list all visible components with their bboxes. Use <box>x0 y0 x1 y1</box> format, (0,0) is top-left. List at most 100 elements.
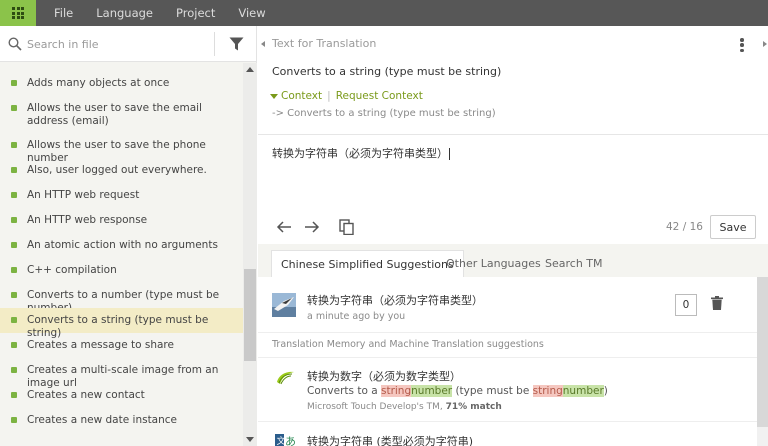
list-scrollbar[interactable] <box>243 63 257 446</box>
list-item-label: An HTTP web request <box>27 189 140 201</box>
copy-source-icon[interactable] <box>339 219 354 235</box>
scroll-up-arrow-icon[interactable] <box>246 67 254 72</box>
list-item-label: Adds many objects at once <box>27 77 170 89</box>
item-status-dot <box>11 242 17 248</box>
tab-other-languages[interactable]: Other Languages <box>437 250 550 277</box>
app-grid-button[interactable] <box>0 0 36 26</box>
diff-added: number <box>562 385 604 397</box>
search-input[interactable] <box>27 35 207 53</box>
suggestions-area: Chinese Simplified Suggestions Other Lan… <box>258 244 768 446</box>
expand-right-arrow-icon[interactable] <box>763 41 767 47</box>
list-item-label: Creates a message to share <box>27 339 174 351</box>
item-status-dot <box>11 342 17 348</box>
list-item-label: Also, user logged out everywhere. <box>27 164 207 176</box>
diff-text: (type must be <box>452 385 533 397</box>
touchdevelop-tm-icon <box>277 371 294 385</box>
list-item-label: An atomic action with no arguments <box>27 239 218 251</box>
item-status-dot <box>11 167 17 173</box>
tm-match-percent: 71% match <box>445 402 502 412</box>
more-options-icon[interactable] <box>740 38 744 52</box>
diff-added: number <box>411 385 453 397</box>
item-status-dot <box>11 417 17 423</box>
list-item[interactable]: Creates a new contact <box>0 383 243 408</box>
context-detail: -> Converts to a string (type must be st… <box>272 108 496 119</box>
item-status-dot <box>11 192 17 198</box>
vote-count[interactable]: 0 <box>675 294 697 316</box>
trash-icon[interactable] <box>711 296 723 310</box>
scroll-thumb[interactable] <box>757 277 768 427</box>
translation-input[interactable]: 转换为字符串（必须为字符串类型） <box>272 145 450 161</box>
save-button[interactable]: Save <box>710 215 756 239</box>
context-caret-icon[interactable] <box>270 93 278 99</box>
list-item[interactable]: Also, user logged out everywhere. <box>0 158 243 183</box>
menu-view[interactable]: View <box>221 6 265 20</box>
context-separator: | <box>327 90 331 102</box>
tab-chinese-simplified-suggestions[interactable]: Chinese Simplified Suggestions <box>271 250 464 277</box>
list-item[interactable]: An HTTP web request <box>0 183 243 208</box>
diff-text: ) <box>603 385 608 397</box>
string-list-panel: Adds many objects at once Allows the user… <box>0 26 257 446</box>
scroll-down-arrow-icon[interactable] <box>246 437 254 442</box>
suggestions-panel: 转换为字符串（必须为字符串类型） a minute ago by you 0 T… <box>258 277 757 446</box>
search-divider <box>214 32 215 56</box>
translation-editor: Text for Translation Converts to a strin… <box>258 26 768 446</box>
item-status-dot <box>11 80 17 86</box>
arrow-left-icon[interactable] <box>276 220 292 234</box>
list-item[interactable]: Creates a multi-scale image from an imag… <box>0 358 243 389</box>
arrow-right-icon[interactable] <box>304 220 320 234</box>
item-status-dot <box>11 392 17 398</box>
menu-file[interactable]: File <box>36 6 73 20</box>
suggestion-meta: a minute ago by you <box>307 311 406 322</box>
suggestions-scrollbar[interactable] <box>757 277 768 446</box>
menu-language[interactable]: Language <box>79 6 153 20</box>
divider <box>258 134 768 135</box>
tab-search-tm[interactable]: Search TM <box>536 250 612 277</box>
tm-section-header: Translation Memory and Machine Translati… <box>258 332 757 358</box>
top-menu-bar: File Language Project View <box>0 0 768 26</box>
tm-source-diff: Converts to a stringnumber (type must be… <box>307 385 608 397</box>
translation-value: 转换为字符串（必须为字符串类型） <box>272 147 448 160</box>
item-status-dot <box>11 292 17 298</box>
request-context-link[interactable]: Request Context <box>336 90 423 102</box>
text-cursor <box>449 148 450 160</box>
source-text: Converts to a string (type must be strin… <box>272 65 502 78</box>
filter-icon[interactable] <box>229 37 244 51</box>
user-avatar <box>272 293 296 317</box>
collapse-left-arrow-icon[interactable] <box>261 41 265 47</box>
scroll-thumb[interactable] <box>244 269 256 361</box>
machine-translation-icon: 文 あ <box>275 434 295 446</box>
list-item[interactable]: C++ compilation <box>0 258 243 283</box>
menu-project[interactable]: Project <box>159 6 215 20</box>
list-item-label: Creates a new date instance <box>27 414 178 426</box>
list-item[interactable]: Converts to a string (type must be strin… <box>0 308 243 339</box>
item-status-dot <box>11 267 17 273</box>
list-item[interactable]: Converts to a number (type must be numbe… <box>0 283 243 314</box>
tm-suggestion-text[interactable]: 转换为字符串 (类型必须为字符串) <box>307 433 473 446</box>
list-item[interactable]: Allows the user to save the phone number <box>0 133 243 164</box>
tm-match-meta: Microsoft Touch Develop's TM, 71% match <box>307 402 502 412</box>
list-item[interactable]: Creates a message to share <box>0 333 243 358</box>
list-item-label: An HTTP web response <box>27 214 148 226</box>
item-status-dot <box>11 105 17 111</box>
tm-suggestion-text[interactable]: 转换为数字（必须为数字类型） <box>307 368 461 384</box>
list-item-label: Allows the user to save the email addres… <box>27 102 202 127</box>
list-item[interactable]: An HTTP web response <box>0 208 243 233</box>
item-status-dot <box>11 367 17 373</box>
list-item-label: C++ compilation <box>27 264 117 276</box>
context-row: Context | Request Context <box>270 90 423 102</box>
item-status-dot <box>11 217 17 223</box>
character-counter: 42 / 16 <box>666 221 703 233</box>
list-item[interactable]: An atomic action with no arguments <box>0 233 243 258</box>
editor-header: Text for Translation <box>272 37 377 50</box>
suggestion-text[interactable]: 转换为字符串（必须为字符串类型） <box>307 292 483 308</box>
list-item[interactable]: Allows the user to save the email addres… <box>0 96 243 133</box>
diff-removed: string <box>532 385 563 397</box>
context-toggle[interactable]: Context <box>281 90 322 102</box>
item-status-dot <box>11 317 17 323</box>
list-item[interactable]: Creates a new date instance <box>0 408 243 433</box>
list-item[interactable]: Adds many objects at once <box>0 71 243 95</box>
search-bar <box>0 26 256 62</box>
list-item-label: Creates a new contact <box>27 389 145 401</box>
diff-removed: string <box>380 385 412 397</box>
string-list: Adds many objects at once Allows the user… <box>0 63 243 446</box>
